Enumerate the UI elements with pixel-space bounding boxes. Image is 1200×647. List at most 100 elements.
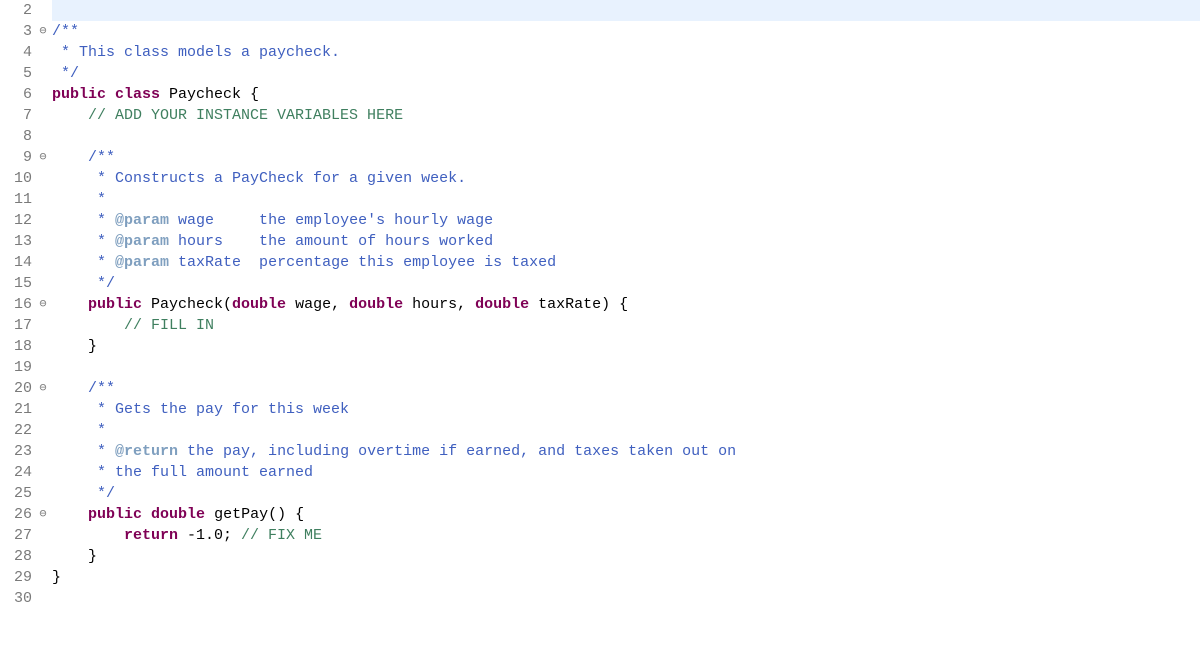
line-number: 9 [8, 147, 32, 168]
fold-toggle-icon[interactable]: ⊖ [36, 378, 50, 399]
code-token: */ [52, 65, 79, 82]
code-token: * Constructs a PayCheck for a given week… [88, 170, 466, 187]
code-line[interactable]: */ [52, 273, 1200, 294]
line-number: 5 [8, 63, 32, 84]
line-number: 18 [8, 336, 32, 357]
fold-spacer [36, 252, 50, 273]
code-line[interactable]: public double getPay() { [52, 504, 1200, 525]
code-token: /** [52, 23, 79, 40]
fold-spacer [36, 420, 50, 441]
code-token [52, 422, 88, 439]
code-token [52, 401, 88, 418]
fold-spacer [36, 105, 50, 126]
fold-toggle-icon[interactable]: ⊖ [36, 147, 50, 168]
code-line[interactable]: } [52, 546, 1200, 567]
code-token [52, 527, 124, 544]
code-token: the pay, including overtime if earned, a… [178, 443, 736, 460]
code-token [52, 191, 88, 208]
code-token: hours, [403, 296, 475, 313]
line-number: 8 [8, 126, 32, 147]
code-token: * [88, 254, 115, 271]
code-line[interactable]: public class Paycheck { [52, 84, 1200, 105]
code-area[interactable]: /** * This class models a paycheck. */pu… [50, 0, 1200, 609]
code-line[interactable]: * [52, 189, 1200, 210]
code-line[interactable]: * @return the pay, including overtime if… [52, 441, 1200, 462]
code-line[interactable] [52, 0, 1200, 21]
code-token: public [88, 506, 142, 523]
code-line[interactable]: * @param taxRate percentage this employe… [52, 252, 1200, 273]
code-line[interactable]: * @param wage the employee's hourly wage [52, 210, 1200, 231]
code-line[interactable]: * the full amount earned [52, 462, 1200, 483]
code-token: // FIX ME [241, 527, 322, 544]
code-token: @param [115, 212, 169, 229]
code-token [52, 254, 88, 271]
code-line[interactable]: * Gets the pay for this week [52, 399, 1200, 420]
code-line[interactable]: * Constructs a PayCheck for a given week… [52, 168, 1200, 189]
code-line[interactable] [52, 357, 1200, 378]
code-token [52, 275, 88, 292]
fold-toggle-icon[interactable]: ⊖ [36, 21, 50, 42]
code-editor[interactable]: 2345678910111213141516171819202122232425… [0, 0, 1200, 609]
code-token: public [88, 296, 142, 313]
fold-spacer [36, 567, 50, 588]
line-number: 3 [8, 21, 32, 42]
line-number: 26 [8, 504, 32, 525]
line-number: 27 [8, 525, 32, 546]
code-line[interactable]: /** [52, 147, 1200, 168]
fold-spacer [36, 588, 50, 609]
fold-spacer [36, 189, 50, 210]
code-token: taxRate) { [529, 296, 628, 313]
code-token: // FILL IN [124, 317, 214, 334]
code-token [52, 107, 88, 124]
fold-spacer [36, 357, 50, 378]
line-number-gutter: 2345678910111213141516171819202122232425… [0, 0, 36, 609]
code-token: } [52, 548, 97, 565]
code-line[interactable]: */ [52, 483, 1200, 504]
code-line[interactable]: * This class models a paycheck. [52, 42, 1200, 63]
code-token: } [52, 569, 61, 586]
code-token: taxRate percentage this employee is taxe… [169, 254, 556, 271]
code-line[interactable]: return -1.0; // FIX ME [52, 525, 1200, 546]
line-number: 13 [8, 231, 32, 252]
code-line[interactable]: * @param hours the amount of hours worke… [52, 231, 1200, 252]
code-line[interactable]: * [52, 420, 1200, 441]
fold-toggle-icon[interactable]: ⊖ [36, 504, 50, 525]
code-line[interactable]: // ADD YOUR INSTANCE VARIABLES HERE [52, 105, 1200, 126]
fold-spacer [36, 231, 50, 252]
code-line[interactable] [52, 588, 1200, 609]
code-line[interactable]: } [52, 336, 1200, 357]
code-line[interactable]: } [52, 567, 1200, 588]
code-token: * the full amount earned [88, 464, 313, 481]
code-line[interactable]: /** [52, 21, 1200, 42]
line-number: 16 [8, 294, 32, 315]
line-number: 7 [8, 105, 32, 126]
code-token: @param [115, 233, 169, 250]
code-line[interactable]: // FILL IN [52, 315, 1200, 336]
code-token [52, 443, 88, 460]
fold-toggle-icon[interactable]: ⊖ [36, 294, 50, 315]
line-number: 20 [8, 378, 32, 399]
line-number: 29 [8, 567, 32, 588]
line-number: 15 [8, 273, 32, 294]
code-token: * Gets the pay for this week [88, 401, 349, 418]
line-number: 30 [8, 588, 32, 609]
code-line[interactable]: /** [52, 378, 1200, 399]
code-token: double [151, 506, 205, 523]
code-token [52, 464, 88, 481]
line-number: 21 [8, 399, 32, 420]
code-line[interactable]: */ [52, 63, 1200, 84]
code-token: * [88, 443, 115, 460]
code-line[interactable]: public Paycheck(double wage, double hour… [52, 294, 1200, 315]
code-token: @param [115, 254, 169, 271]
line-number: 14 [8, 252, 32, 273]
code-token: public [52, 86, 106, 103]
code-line[interactable] [52, 126, 1200, 147]
fold-spacer [36, 399, 50, 420]
code-token: // ADD YOUR INSTANCE VARIABLES HERE [88, 107, 403, 124]
code-token: * This class models a paycheck. [52, 44, 340, 61]
line-number: 22 [8, 420, 32, 441]
code-token [52, 317, 124, 334]
fold-spacer [36, 525, 50, 546]
code-token [52, 296, 88, 313]
code-token: } [52, 338, 97, 355]
